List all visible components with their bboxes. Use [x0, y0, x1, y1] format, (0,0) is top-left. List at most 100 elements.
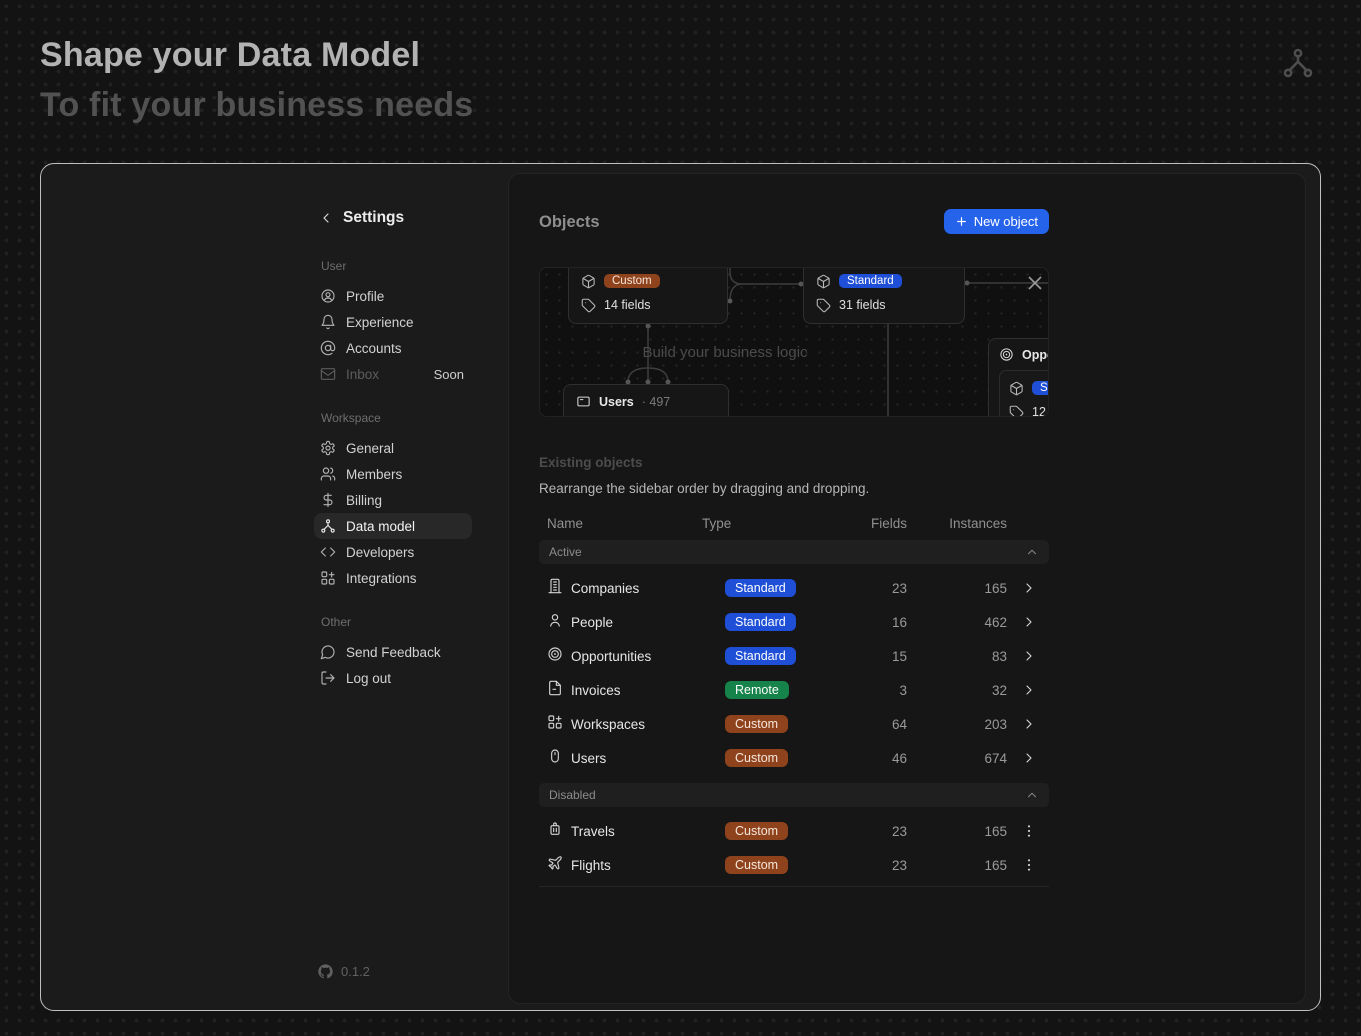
dots-vertical-icon[interactable]: [1021, 823, 1037, 839]
app-version: 0.1.2: [318, 964, 370, 979]
type-badge: Standard: [725, 613, 796, 631]
sidebar-item-developers[interactable]: Developers: [314, 539, 472, 565]
objects-table: ActiveCompaniesStandard23165PeopleStanda…: [539, 540, 1049, 882]
users-icon: [320, 466, 336, 482]
instances-count: 32: [909, 683, 1009, 698]
sidebar-item-accounts[interactable]: Accounts: [314, 335, 472, 361]
sidebar-item-integrations[interactable]: Integrations: [314, 565, 472, 591]
new-object-button[interactable]: New object: [944, 209, 1049, 234]
plus-icon: [955, 215, 968, 228]
settings-sidebar: UserProfileExperienceAccountsInboxSoonWo…: [314, 259, 472, 691]
chevron-right-icon[interactable]: [1021, 614, 1037, 630]
box-icon: [1009, 381, 1024, 396]
canvas-node-opportunities[interactable]: Opportunities Standard 12 fields: [988, 338, 1049, 417]
fields-count: 23: [829, 824, 909, 839]
new-object-label: New object: [974, 214, 1038, 229]
canvas-node-custom[interactable]: Custom 14 fields: [568, 267, 728, 324]
file-icon: [547, 680, 563, 696]
object-name: People: [571, 615, 725, 630]
group-header-active[interactable]: Active: [539, 540, 1049, 564]
object-row-opportunities[interactable]: OpportunitiesStandard1583: [539, 639, 1049, 673]
object-name: Opportunities: [571, 649, 725, 664]
settings-back-button[interactable]: Settings: [318, 209, 404, 227]
code-icon: [320, 544, 336, 560]
column-header-instances: Instances: [909, 516, 1009, 531]
fields-count: 16: [829, 615, 909, 630]
node-fields-label: 12 fields: [1032, 405, 1049, 417]
objects-panel: Objects New object: [508, 173, 1306, 1004]
dollar-icon: [320, 492, 336, 508]
fields-count: 64: [829, 717, 909, 732]
chevron-right-icon[interactable]: [1021, 648, 1037, 664]
dots-vertical-icon[interactable]: [1021, 857, 1037, 873]
canvas-node-standard[interactable]: Standard 31 fields: [803, 267, 965, 324]
fields-count: 15: [829, 649, 909, 664]
data-model-icon: [320, 518, 336, 534]
type-badge: Custom: [725, 856, 788, 874]
type-badge: Remote: [725, 681, 789, 699]
object-row-travels[interactable]: TravelsCustom23165: [539, 814, 1049, 848]
sidebar-item-label: Log out: [346, 671, 464, 686]
settings-window: Settings UserProfileExperienceAccountsIn…: [40, 163, 1321, 1011]
object-name: Users: [571, 751, 725, 766]
fields-count: 23: [829, 858, 909, 873]
soon-badge: Soon: [434, 367, 464, 382]
person-icon: [547, 612, 563, 628]
sidebar-section-other: Other Send Feedback Log out: [314, 615, 472, 691]
node-name: Users: [599, 395, 634, 409]
fields-count: 23: [829, 581, 909, 596]
group-header-disabled[interactable]: Disabled: [539, 783, 1049, 807]
version-label: 0.1.2: [341, 964, 370, 979]
object-row-users[interactable]: UsersCustom46674: [539, 741, 1049, 775]
sidebar-item-data-model[interactable]: Data model: [314, 513, 472, 539]
sidebar-item-profile[interactable]: Profile: [314, 283, 472, 309]
canvas-node-users[interactable]: Users · 497: [563, 384, 729, 417]
sidebar-item-general[interactable]: General: [314, 435, 472, 461]
chevron-right-icon[interactable]: [1021, 682, 1037, 698]
panel-header: Objects New object: [539, 210, 1049, 234]
existing-objects-section: Existing objects Rearrange the sidebar o…: [539, 455, 1049, 887]
bell-icon: [320, 314, 336, 330]
existing-objects-heading: Existing objects: [539, 455, 1049, 470]
node-name: Opportunities: [1022, 348, 1049, 362]
group-label: Disabled: [549, 788, 596, 802]
column-header-type: Type: [702, 516, 829, 531]
object-row-people[interactable]: PeopleStandard 16462: [539, 605, 1049, 639]
object-name: Companies: [571, 581, 725, 596]
sidebar-item-experience[interactable]: Experience: [314, 309, 472, 335]
data-model-canvas[interactable]: Custom 14 fields Standard 31 fields: [539, 267, 1049, 417]
sidebar-section-workspace: WorkspaceGeneralMembersBillingData model…: [314, 411, 472, 591]
sidebar-item-log-out[interactable]: Log out: [314, 665, 472, 691]
chevron-right-icon[interactable]: [1021, 580, 1037, 596]
fields-count: 46: [829, 751, 909, 766]
sidebar-item-members[interactable]: Members: [314, 461, 472, 487]
building-icon: [547, 578, 563, 594]
instances-count: 203: [909, 717, 1009, 732]
object-row-flights[interactable]: FlightsCustom23165: [539, 848, 1049, 882]
sidebar-item-label: General: [346, 441, 464, 456]
object-row-invoices[interactable]: InvoicesRemote332: [539, 673, 1049, 707]
chevron-right-icon[interactable]: [1021, 750, 1037, 766]
sidebar-section-user: UserProfileExperienceAccountsInboxSoon: [314, 259, 472, 387]
instances-count: 83: [909, 649, 1009, 664]
sidebar-item-label: Integrations: [346, 571, 464, 586]
object-row-companies[interactable]: CompaniesStandard23165: [539, 571, 1049, 605]
sidebar-section-label: Other: [321, 615, 472, 629]
object-name: Travels: [571, 824, 725, 839]
group-label: Active: [549, 545, 582, 559]
sidebar-item-billing[interactable]: Billing: [314, 487, 472, 513]
sidebar-item-inbox[interactable]: InboxSoon: [314, 361, 472, 387]
page-subtitle: To fit your business needs: [40, 86, 473, 125]
instances-count: 462: [909, 615, 1009, 630]
object-row-workspaces[interactable]: WorkspacesCustom64203: [539, 707, 1049, 741]
sidebar-item-label: Accounts: [346, 341, 464, 356]
sidebar-item-label: Data model: [346, 519, 464, 534]
table-bottom-divider: [539, 886, 1049, 887]
object-name: Workspaces: [571, 717, 725, 732]
chevron-right-icon[interactable]: [1021, 716, 1037, 732]
sidebar-item-send-feedback[interactable]: Send Feedback: [314, 639, 472, 665]
github-icon: [318, 964, 333, 979]
sidebar-item-label: Billing: [346, 493, 464, 508]
page-title: Shape your Data Model: [40, 36, 473, 75]
target-icon: [999, 347, 1014, 362]
